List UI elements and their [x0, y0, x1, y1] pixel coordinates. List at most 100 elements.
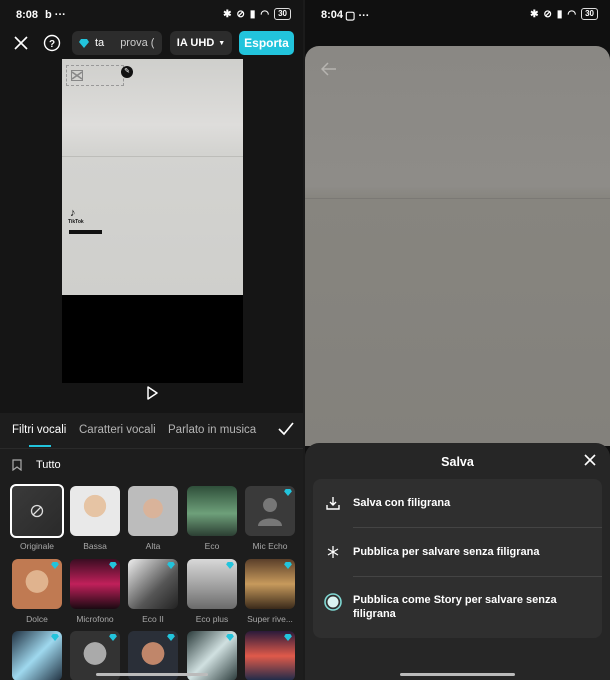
home-indicator[interactable] — [96, 673, 208, 676]
export-button[interactable]: Esporta — [239, 31, 294, 55]
voice-filter-tile[interactable] — [70, 559, 120, 609]
status-notifications: ▢ ··· — [345, 10, 370, 22]
status-icons: ✱ ⊘ ▮ ◠ 30 — [530, 8, 598, 20]
voice-filter-tile[interactable] — [128, 559, 178, 609]
help-icon[interactable]: ? — [42, 33, 62, 53]
voice-filter-label: Super rive... — [247, 614, 293, 624]
save-options: Salva con filigrana Pubblica per salvare… — [313, 479, 602, 638]
back-arrow-icon[interactable] — [320, 62, 337, 81]
signal-icon: ▮ — [249, 8, 256, 20]
checkmark-icon[interactable] — [278, 422, 294, 439]
option-label: Salva con filigrana — [353, 497, 451, 509]
voice-effects-panel: Filtri vocali Caratteri vocali Parlato i… — [0, 413, 303, 680]
quality-dropdown[interactable]: IA UHD ▼ — [170, 31, 232, 55]
voice-filter-label: Eco plus — [195, 614, 229, 624]
premium-diamond-icon — [226, 562, 234, 569]
status-bar: 8:08 b ··· ✱ ⊘ ▮ ◠ 30 — [0, 0, 303, 30]
voice-filter-tile[interactable] — [187, 559, 237, 609]
voice-filter-tile[interactable] — [187, 486, 237, 536]
home-indicator[interactable] — [400, 673, 515, 676]
status-time: 8:04 — [321, 9, 344, 21]
premium-diamond-icon — [51, 634, 59, 641]
status-bar: 8:04 ▢ ··· ✱ ⊘ ▮ ◠ 30 — [305, 0, 610, 30]
voice-filter-label: Alta — [145, 541, 161, 551]
premium-diamond-icon — [226, 634, 234, 641]
voice-filter-tile[interactable] — [12, 631, 62, 680]
edit-icon[interactable]: ✎ — [121, 66, 133, 78]
svg-text:?: ? — [49, 39, 55, 50]
tiktok-watermark: ♪ TikTok — [68, 207, 84, 225]
voice-filter-tile[interactable] — [245, 559, 295, 609]
capcut-logo-icon — [71, 70, 83, 81]
save-screen: 8:04 ▢ ··· ✱ ⊘ ▮ ◠ 30 Salva Salva con fi… — [305, 0, 610, 680]
premium-diamond-icon — [284, 634, 292, 641]
voice-filter-label: Bassa — [83, 541, 107, 551]
diamond-icon — [79, 38, 89, 48]
voice-filter-tile[interactable] — [245, 631, 295, 680]
tab-voice-filters[interactable]: Filtri vocali — [12, 424, 66, 436]
tiktok-watermark-text: TikTok — [68, 219, 84, 225]
close-icon[interactable] — [584, 453, 596, 471]
voice-filter-tile[interactable] — [10, 484, 64, 538]
save-sheet: Salva Salva con filigrana Pubblica per s… — [305, 443, 610, 680]
mute-icon: ⊘ — [236, 8, 245, 20]
premium-diamond-icon — [109, 634, 117, 641]
project-name-pill[interactable]: ta prova ( — [72, 31, 162, 55]
voice-filter-tile[interactable] — [70, 486, 120, 536]
effect-tabs: Filtri vocali Caratteri vocali Parlato i… — [0, 413, 303, 449]
voice-filter-tile[interactable] — [12, 559, 62, 609]
bookmark-icon[interactable] — [12, 459, 22, 471]
battery-icon: 30 — [274, 8, 291, 20]
voice-filter-label: Microfono — [76, 614, 114, 624]
premium-diamond-icon — [284, 562, 292, 569]
category-label: Tutto — [36, 459, 61, 471]
watermark-selection[interactable]: ✎ — [66, 65, 133, 86]
voice-filter-tile[interactable] — [245, 486, 295, 536]
option-save-with-watermark[interactable]: Salva con filigrana — [313, 496, 602, 510]
option-label: Pubblica per salvare senza filigrana — [353, 546, 540, 558]
tab-speech-to-song[interactable]: Parlato in musica — [168, 424, 256, 436]
no-effect-icon — [30, 504, 44, 518]
caret-down-icon: ▼ — [218, 39, 226, 47]
status-icons: ✱ ⊘ ▮ ◠ 30 — [223, 8, 291, 20]
premium-diamond-icon — [109, 562, 117, 569]
video-background — [305, 46, 610, 446]
bluetooth-icon: ✱ — [223, 8, 232, 20]
tab-voice-characters[interactable]: Caratteri vocali — [79, 424, 156, 436]
close-icon[interactable] — [12, 34, 30, 52]
battery-icon: 30 — [581, 8, 598, 20]
category-row[interactable]: Tutto — [12, 459, 61, 471]
editor-toolbar: ? ta prova ( IA UHD ▼ Esporta — [0, 30, 303, 56]
wifi-icon: ◠ — [567, 8, 577, 20]
video-frame — [62, 59, 243, 295]
quality-label: IA UHD — [176, 37, 215, 49]
tiktok-username-bar — [69, 230, 102, 234]
premium-diamond-icon — [167, 562, 175, 569]
mute-icon: ⊘ — [543, 8, 552, 20]
voice-filter-label: Mic Echo — [252, 541, 288, 551]
voice-filter-label: Eco II — [142, 614, 164, 624]
play-icon[interactable] — [145, 386, 159, 405]
status-notifications: b ··· — [45, 9, 66, 21]
status-time: 8:08 — [16, 9, 39, 21]
voice-filter-label: Dolce — [26, 614, 48, 624]
wifi-icon: ◠ — [260, 8, 270, 20]
option-publish-story[interactable]: Pubblica come Story per salvare senza fi… — [313, 593, 602, 621]
video-preview[interactable]: ✎ ♪ TikTok — [62, 59, 243, 383]
bluetooth-icon: ✱ — [530, 8, 539, 20]
option-label: Pubblica come Story per salvare senza fi… — [353, 594, 557, 620]
signal-icon: ▮ — [556, 8, 563, 20]
voice-filter-label: Eco — [204, 541, 220, 551]
tiktok-logo-icon: ♪ — [70, 207, 76, 219]
premium-diamond-icon — [284, 489, 292, 496]
pill-text-b: prova ( — [120, 37, 155, 49]
user-placeholder-icon — [258, 498, 282, 526]
sparkle-icon — [313, 545, 353, 559]
download-icon — [313, 496, 353, 510]
capcut-editor-screen: 8:08 b ··· ✱ ⊘ ▮ ◠ 30 ? ta prova ( IA UH… — [0, 0, 303, 680]
pill-text-a: ta — [95, 37, 105, 49]
sheet-title: Salva — [441, 455, 474, 469]
voice-filter-tile[interactable] — [128, 486, 178, 536]
option-publish-no-watermark[interactable]: Pubblica per salvare senza filigrana — [313, 545, 602, 559]
premium-diamond-icon — [51, 562, 59, 569]
